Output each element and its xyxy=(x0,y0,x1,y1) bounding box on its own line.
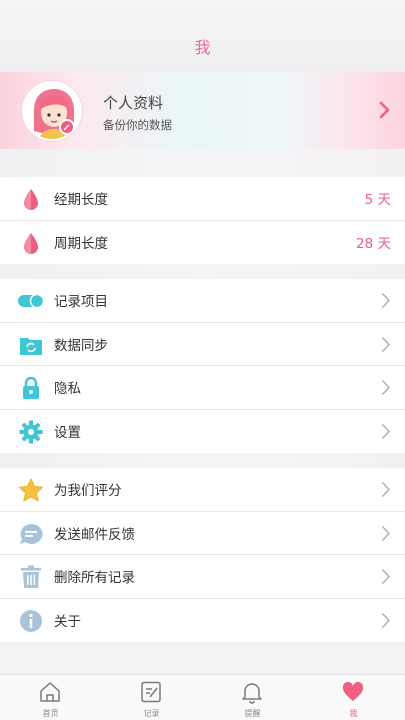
profile-name: 个人资料 xyxy=(103,94,164,112)
trash-icon xyxy=(18,564,44,590)
lock-icon xyxy=(18,375,44,401)
list-item-value: 28 天 xyxy=(356,236,391,253)
list-item-record-items[interactable]: 记录项目 xyxy=(0,279,405,323)
chevron-right-icon xyxy=(381,525,391,546)
girl-avatar-icon xyxy=(34,89,74,139)
list-item-data-sync[interactable]: 数据同步 xyxy=(0,323,405,366)
list-item-email-feedback[interactable]: 发送邮件反馈 xyxy=(0,512,405,555)
tab-label: 我 xyxy=(349,709,358,718)
list-item-label: 关于 xyxy=(54,614,81,631)
section-divider xyxy=(0,264,405,279)
notebook-icon xyxy=(139,680,163,704)
list-item-about[interactable]: 关于 xyxy=(0,599,405,643)
list-item-label: 删除所有记录 xyxy=(54,570,135,587)
tab-label: 记录 xyxy=(143,709,160,718)
list-item-cycle-length[interactable]: 周期长度 28 天 xyxy=(0,221,405,265)
drop-icon xyxy=(18,230,44,256)
list-item-label: 发送邮件反馈 xyxy=(54,526,135,543)
chevron-right-icon[interactable] xyxy=(379,101,391,123)
section-divider xyxy=(0,453,405,468)
list-item-settings[interactable]: 设置 xyxy=(0,410,405,454)
chevron-right-icon xyxy=(381,481,391,502)
app-settings-group: 记录项目 数据同步 隐私 设置 xyxy=(0,279,405,453)
chevron-right-icon xyxy=(381,568,391,589)
chevron-right-icon xyxy=(381,379,391,400)
chevron-right-icon xyxy=(381,292,391,313)
list-item-label: 隐私 xyxy=(54,381,81,398)
section-divider xyxy=(0,149,405,177)
cycle-settings-group: 经期长度 5 天 周期长度 28 天 xyxy=(0,177,405,264)
tab-label: 提醒 xyxy=(244,709,261,718)
chevron-right-icon xyxy=(381,423,391,444)
profile-card[interactable]: 个人资料 备份你的数据 xyxy=(0,72,405,149)
list-item-label: 经期长度 xyxy=(54,192,108,209)
home-icon xyxy=(38,680,62,704)
drop-icon xyxy=(18,186,44,212)
list-item-privacy[interactable]: 隐私 xyxy=(0,366,405,410)
tab-me[interactable]: 我 xyxy=(303,675,404,720)
star-icon xyxy=(18,477,44,503)
list-item-value: 5 天 xyxy=(364,192,391,209)
list-item-rate-us[interactable]: 为我们评分 xyxy=(0,468,405,512)
heart-icon xyxy=(341,680,365,704)
list-item-label: 数据同步 xyxy=(54,337,108,354)
tab-reminders[interactable]: 提醒 xyxy=(202,675,303,720)
chat-bubble-icon xyxy=(18,521,44,547)
page-title: 我 xyxy=(194,38,211,57)
list-item-delete-records[interactable]: 删除所有记录 xyxy=(0,555,405,599)
profile-subtitle: 备份你的数据 xyxy=(103,118,172,132)
list-item-label: 记录项目 xyxy=(54,294,108,311)
tab-label: 首页 xyxy=(42,709,59,718)
list-item-label: 周期长度 xyxy=(54,236,108,253)
list-item-label: 为我们评分 xyxy=(54,483,122,500)
bell-icon xyxy=(240,680,264,704)
misc-group: 为我们评分 发送邮件反馈 删除所有记录 关于 xyxy=(0,468,405,642)
tab-home[interactable]: 首页 xyxy=(0,675,101,720)
edit-avatar-icon[interactable] xyxy=(59,119,75,135)
info-icon xyxy=(18,608,44,634)
list-item-label: 设置 xyxy=(54,425,81,442)
sync-folder-icon xyxy=(18,332,44,358)
tab-records[interactable]: 记录 xyxy=(101,675,202,720)
chevron-right-icon xyxy=(381,612,391,633)
gear-icon xyxy=(18,419,44,445)
header-bar: 我 xyxy=(0,0,405,72)
list-item-period-length[interactable]: 经期长度 5 天 xyxy=(0,177,405,221)
chevron-right-icon xyxy=(381,336,391,357)
bottom-tab-bar: 首页 记录 提醒 我 xyxy=(0,674,405,720)
toggle-icon xyxy=(18,288,44,314)
